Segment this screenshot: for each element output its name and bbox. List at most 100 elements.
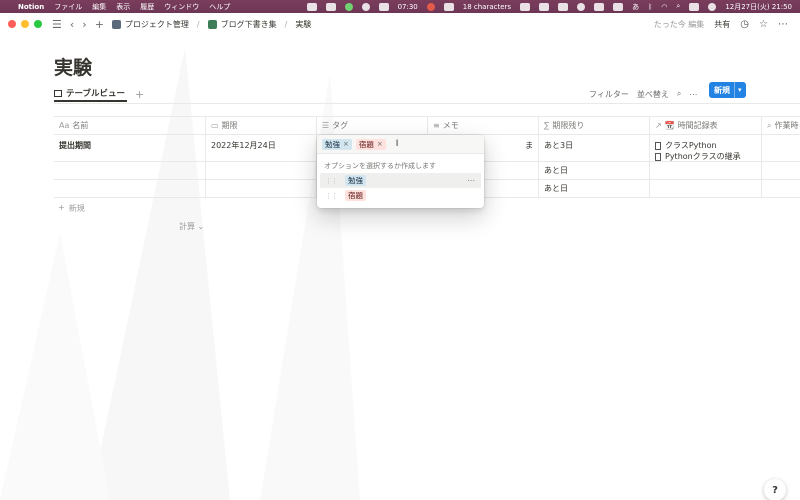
- tag-label: 勉強: [325, 139, 340, 149]
- hamburger-icon[interactable]: ☰: [52, 19, 62, 30]
- display-icon[interactable]: [539, 2, 550, 11]
- dropbox-icon[interactable]: [325, 2, 336, 11]
- header-remaining[interactable]: ∑ 期限残り: [539, 117, 650, 134]
- plus-icon[interactable]: +: [95, 19, 104, 30]
- cell-worker[interactable]: [762, 135, 800, 161]
- menu-file[interactable]: ファイル: [54, 2, 82, 12]
- menu-help[interactable]: ヘルプ: [209, 2, 230, 12]
- sync-icon[interactable]: [361, 2, 370, 11]
- cell-worker[interactable]: [762, 180, 800, 197]
- music-icon[interactable]: [558, 2, 569, 11]
- drag-handle-icon[interactable]: ⋮⋮: [325, 177, 338, 185]
- cell-deadline[interactable]: [206, 180, 317, 197]
- breadcrumb-item-blog[interactable]: ブログ下書き集: [221, 19, 277, 30]
- more-icon[interactable]: ⋯: [689, 90, 697, 99]
- calculate-button[interactable]: 計算 ⌄: [179, 221, 204, 232]
- relation-label: クラスPython: [665, 141, 717, 150]
- ime-indicator[interactable]: あ: [632, 2, 639, 12]
- star-icon[interactable]: ☆: [759, 19, 768, 30]
- header-name[interactable]: Aa 名前: [54, 117, 206, 134]
- menu-edit[interactable]: 編集: [92, 2, 106, 12]
- bars-icon[interactable]: [443, 2, 454, 11]
- drag-handle-icon[interactable]: ⋮⋮: [325, 192, 338, 200]
- add-row-button[interactable]: + 新規: [58, 203, 85, 214]
- relation-item[interactable]: クラスPython: [655, 140, 741, 151]
- calendar-emoji-icon: 📆: [664, 121, 675, 130]
- forward-icon[interactable]: ›: [82, 19, 86, 30]
- cell-remaining[interactable]: あと日: [539, 180, 650, 197]
- breadcrumb-item-experiment[interactable]: 実験: [295, 19, 311, 30]
- filter-button[interactable]: フィルター: [589, 89, 629, 100]
- close-icon[interactable]: ×: [377, 140, 383, 148]
- header-worker[interactable]: ⌕ 作業時: [762, 117, 800, 134]
- chevron-down-icon[interactable]: ▾: [735, 86, 742, 94]
- control-center-icon[interactable]: [689, 2, 700, 11]
- menu-view[interactable]: 表示: [116, 2, 130, 12]
- clock-icon[interactable]: ◷: [740, 19, 749, 30]
- screen-icon[interactable]: [306, 2, 317, 11]
- cell-remaining[interactable]: あと3日: [539, 135, 650, 161]
- share-button[interactable]: 共有: [714, 19, 730, 30]
- app-icon[interactable]: [520, 2, 531, 11]
- cell-name[interactable]: 提出期間: [54, 135, 206, 161]
- close-icon[interactable]: ×: [343, 140, 349, 148]
- more-icon[interactable]: ⋯: [778, 19, 788, 30]
- back-icon[interactable]: ‹: [70, 19, 74, 30]
- formula-icon: ∑: [544, 121, 550, 130]
- blog-page-icon: [207, 19, 217, 29]
- menu-window[interactable]: ウィンドウ: [164, 2, 199, 12]
- cell-name[interactable]: [54, 162, 206, 179]
- siri-icon[interactable]: [708, 2, 717, 11]
- play-icon[interactable]: [577, 2, 586, 11]
- menubar-clock-time[interactable]: 07:30: [398, 3, 418, 11]
- selected-tag[interactable]: 勉強 ×: [322, 138, 352, 150]
- header-deadline[interactable]: ▭ 期限: [206, 117, 317, 134]
- zoom-window-icon[interactable]: [34, 20, 42, 28]
- breadcrumb-separator: /: [196, 19, 200, 29]
- cell-worker[interactable]: [762, 162, 800, 179]
- menu-history[interactable]: 履歴: [140, 2, 154, 12]
- char-count[interactable]: 18 characters: [463, 3, 511, 11]
- header-timelog[interactable]: ↗ 📆 時間記録表: [650, 117, 762, 134]
- cloud-icon[interactable]: [378, 2, 389, 11]
- relation-item[interactable]: Pythonクラスの継承: [655, 151, 741, 161]
- minimize-window-icon[interactable]: [21, 20, 29, 28]
- cell-timelog[interactable]: [650, 162, 762, 179]
- add-view-icon[interactable]: +: [135, 88, 144, 101]
- cell-deadline[interactable]: [206, 162, 317, 179]
- new-button[interactable]: 新規 ▾: [709, 82, 746, 98]
- cell-remaining[interactable]: あと日: [539, 162, 650, 179]
- tag-picker-input[interactable]: 勉強 × 宿題 × I: [317, 135, 484, 154]
- menubar-datetime[interactable]: 12月27日(火) 21:50: [725, 2, 792, 12]
- line-icon[interactable]: [344, 2, 353, 11]
- spotlight-icon[interactable]: ⌕: [676, 2, 680, 11]
- page-title[interactable]: 実験: [54, 53, 92, 80]
- search-icon[interactable]: ⌕: [677, 89, 681, 99]
- cell-timelog[interactable]: [650, 180, 762, 197]
- relation-arrow-icon: ↗: [655, 121, 662, 130]
- help-button[interactable]: ?: [764, 479, 786, 500]
- bluetooth-icon[interactable]: ᛒ: [648, 3, 652, 11]
- screen-record-icon[interactable]: [594, 2, 605, 11]
- cell-timelog[interactable]: クラスPython Pythonクラスの継承: [650, 135, 762, 161]
- option-tag: 宿題: [345, 190, 366, 201]
- breadcrumb: プロジェクト管理 / ブログ下書き集 / 実験: [111, 19, 311, 30]
- tag-label: 宿題: [358, 139, 374, 149]
- tag-option[interactable]: ⋮⋮ 宿題: [317, 188, 484, 203]
- breadcrumb-item-project[interactable]: プロジェクト管理: [125, 19, 189, 30]
- more-icon[interactable]: ⋯: [467, 176, 475, 185]
- menubar-app-name[interactable]: Notion: [18, 3, 44, 11]
- header-memo[interactable]: ≡ メモ: [428, 117, 539, 134]
- cell-deadline[interactable]: 2022年12月24日: [206, 135, 317, 161]
- cell-name[interactable]: [54, 180, 206, 197]
- tab-table-view[interactable]: テーブルビュー: [54, 86, 127, 102]
- selected-tag[interactable]: 宿題 ×: [355, 138, 386, 150]
- close-window-icon[interactable]: [8, 20, 16, 28]
- battery-icon[interactable]: [613, 2, 624, 11]
- record-icon[interactable]: [426, 2, 435, 11]
- wifi-icon[interactable]: ◠: [661, 3, 667, 11]
- new-button-label[interactable]: 新規: [709, 82, 735, 98]
- tag-option[interactable]: ⋮⋮ 勉強 ⋯: [320, 173, 481, 188]
- header-tag[interactable]: ☰ タグ: [317, 117, 428, 134]
- sort-button[interactable]: 並べ替え: [637, 89, 669, 100]
